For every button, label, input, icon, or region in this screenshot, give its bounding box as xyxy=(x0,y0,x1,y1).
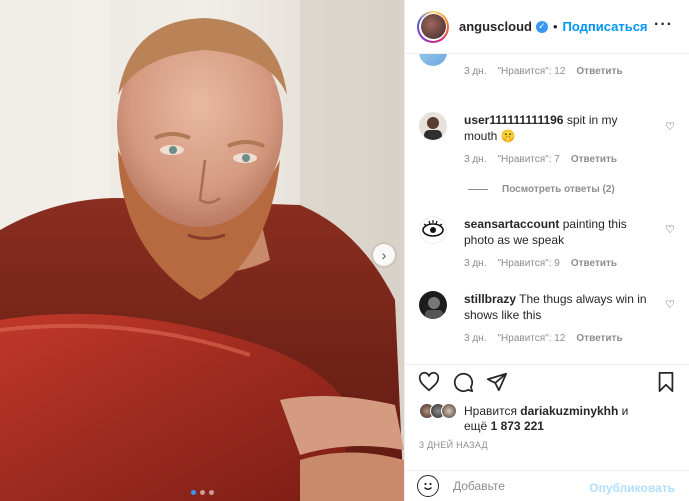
paper-plane-icon xyxy=(486,372,508,392)
comment-username[interactable]: stillbrazy xyxy=(464,292,516,306)
heart-icon[interactable]: ♡ xyxy=(665,223,675,236)
like-button[interactable] xyxy=(418,371,440,393)
comment-meta: 3 дн. "Нравится": 12 Ответить xyxy=(464,66,623,77)
comment-age: 3 дн. xyxy=(464,333,487,344)
comment-likes[interactable]: "Нравится": 12 xyxy=(497,66,565,77)
author-avatar[interactable] xyxy=(417,10,449,43)
action-bar xyxy=(405,364,689,396)
liker-avatar xyxy=(441,403,457,419)
likes-count[interactable]: 1 873 221 xyxy=(491,419,544,433)
view-replies-button[interactable]: Посмотреть ответы (2) xyxy=(468,184,615,195)
reply-button[interactable]: Ответить xyxy=(571,154,617,165)
carousel-indicator xyxy=(0,490,404,495)
reply-button[interactable]: Ответить xyxy=(571,258,617,269)
heart-icon[interactable]: ♡ xyxy=(665,120,675,133)
portrait-illustration xyxy=(0,0,404,501)
view-replies-label: Посмотреть ответы (2) xyxy=(502,184,615,195)
commenter-avatar[interactable] xyxy=(419,216,447,244)
smiley-icon xyxy=(424,482,432,490)
verified-badge-icon: ✓ xyxy=(535,20,548,33)
carousel-dot-3 xyxy=(208,490,214,495)
comment-item: user111111111196 spit in my mouth 🤫 ♡ 3 … xyxy=(419,112,679,172)
emoji-button[interactable] xyxy=(417,475,439,497)
comment-item: seansartaccount painting this photo as w… xyxy=(419,216,679,276)
comment-input[interactable] xyxy=(453,479,593,493)
comment-meta: 3 дн. "Нравится": 9 Ответить xyxy=(464,258,617,269)
comment-age: 3 дн. xyxy=(464,154,487,165)
heart-icon xyxy=(418,371,440,392)
comment-username[interactable]: user111111111196 xyxy=(464,113,563,127)
speech-bubble-icon xyxy=(453,372,474,393)
more-options-icon[interactable]: ··· xyxy=(654,16,673,34)
carousel-dot-1 xyxy=(190,490,196,495)
follow-button[interactable]: Подписаться xyxy=(563,19,648,34)
comment-meta: 3 дн. "Нравится": 7 Ответить xyxy=(464,154,617,165)
post-header: anguscloud ✓ • Подписаться ··· xyxy=(405,0,689,54)
comment-text: user111111111196 spit in my mouth 🤫 xyxy=(464,112,653,144)
liker-username[interactable]: dariakuzminykhh xyxy=(520,404,618,418)
save-button[interactable] xyxy=(655,371,677,393)
likes-prefix: Нравится xyxy=(464,404,517,418)
likers-avatars[interactable] xyxy=(419,403,459,421)
comment-text: seansartaccount painting this photo as w… xyxy=(464,216,653,248)
post-dialog: › anguscloud ✓ • Подписаться ··· 3 дн. "… xyxy=(0,0,689,501)
comment-meta: 3 дн. "Нравится": 12 Ответить xyxy=(464,333,623,344)
comment-likes[interactable]: "Нравится": 7 xyxy=(497,154,559,165)
post-side-panel: anguscloud ✓ • Подписаться ··· 3 дн. "Нр… xyxy=(404,0,689,501)
avatar-person-icon xyxy=(424,117,442,140)
eye-icon xyxy=(422,220,444,237)
post-photo[interactable]: › xyxy=(0,0,404,501)
comment-item: 3 дн. "Нравится": 12 Ответить xyxy=(419,54,679,78)
comments-list[interactable]: 3 дн. "Нравится": 12 Ответить user111111… xyxy=(405,54,689,364)
publish-button[interactable]: Опубликовать xyxy=(589,481,675,495)
comment-likes[interactable]: "Нравится": 9 xyxy=(497,258,559,269)
reply-button[interactable]: Ответить xyxy=(576,333,622,344)
comment-age: 3 дн. xyxy=(464,66,487,77)
reply-button[interactable]: Ответить xyxy=(576,66,622,77)
comment-button[interactable] xyxy=(452,371,474,393)
likes-summary: Нравится dariakuzminykhh и ещё 1 873 221 xyxy=(419,402,677,434)
author-username[interactable]: anguscloud xyxy=(459,19,532,34)
commenter-avatar[interactable] xyxy=(419,291,447,319)
author-avatar-image xyxy=(420,14,446,39)
likes-text: Нравится dariakuzminykhh и ещё 1 873 221 xyxy=(464,404,628,434)
likes-conj: и xyxy=(621,404,629,418)
bookmark-icon xyxy=(658,371,674,393)
comment-text: stillbrazy The thugs always win in shows… xyxy=(464,291,653,323)
avatar-person-icon xyxy=(425,297,443,319)
carousel-dot-2 xyxy=(199,490,205,495)
add-comment-bar: Опубликовать xyxy=(405,470,689,501)
comment-username[interactable]: seansartaccount xyxy=(464,217,559,231)
comment-age: 3 дн. xyxy=(464,258,487,269)
chevron-right-icon: › xyxy=(381,247,387,263)
commenter-avatar[interactable] xyxy=(419,54,447,66)
comment-item: stillbrazy The thugs always win in shows… xyxy=(419,291,679,351)
heart-icon[interactable]: ♡ xyxy=(665,298,675,311)
post-timestamp[interactable]: 3 ДНЕЙ НАЗАД xyxy=(419,440,488,450)
share-button[interactable] xyxy=(486,371,508,393)
replies-divider xyxy=(468,189,488,190)
likes-more-prefix: ещё xyxy=(464,419,488,433)
comment-likes[interactable]: "Нравится": 12 xyxy=(497,333,565,344)
commenter-avatar[interactable] xyxy=(419,112,447,140)
next-slide-button[interactable]: › xyxy=(373,244,395,266)
header-separator: • xyxy=(552,19,558,34)
